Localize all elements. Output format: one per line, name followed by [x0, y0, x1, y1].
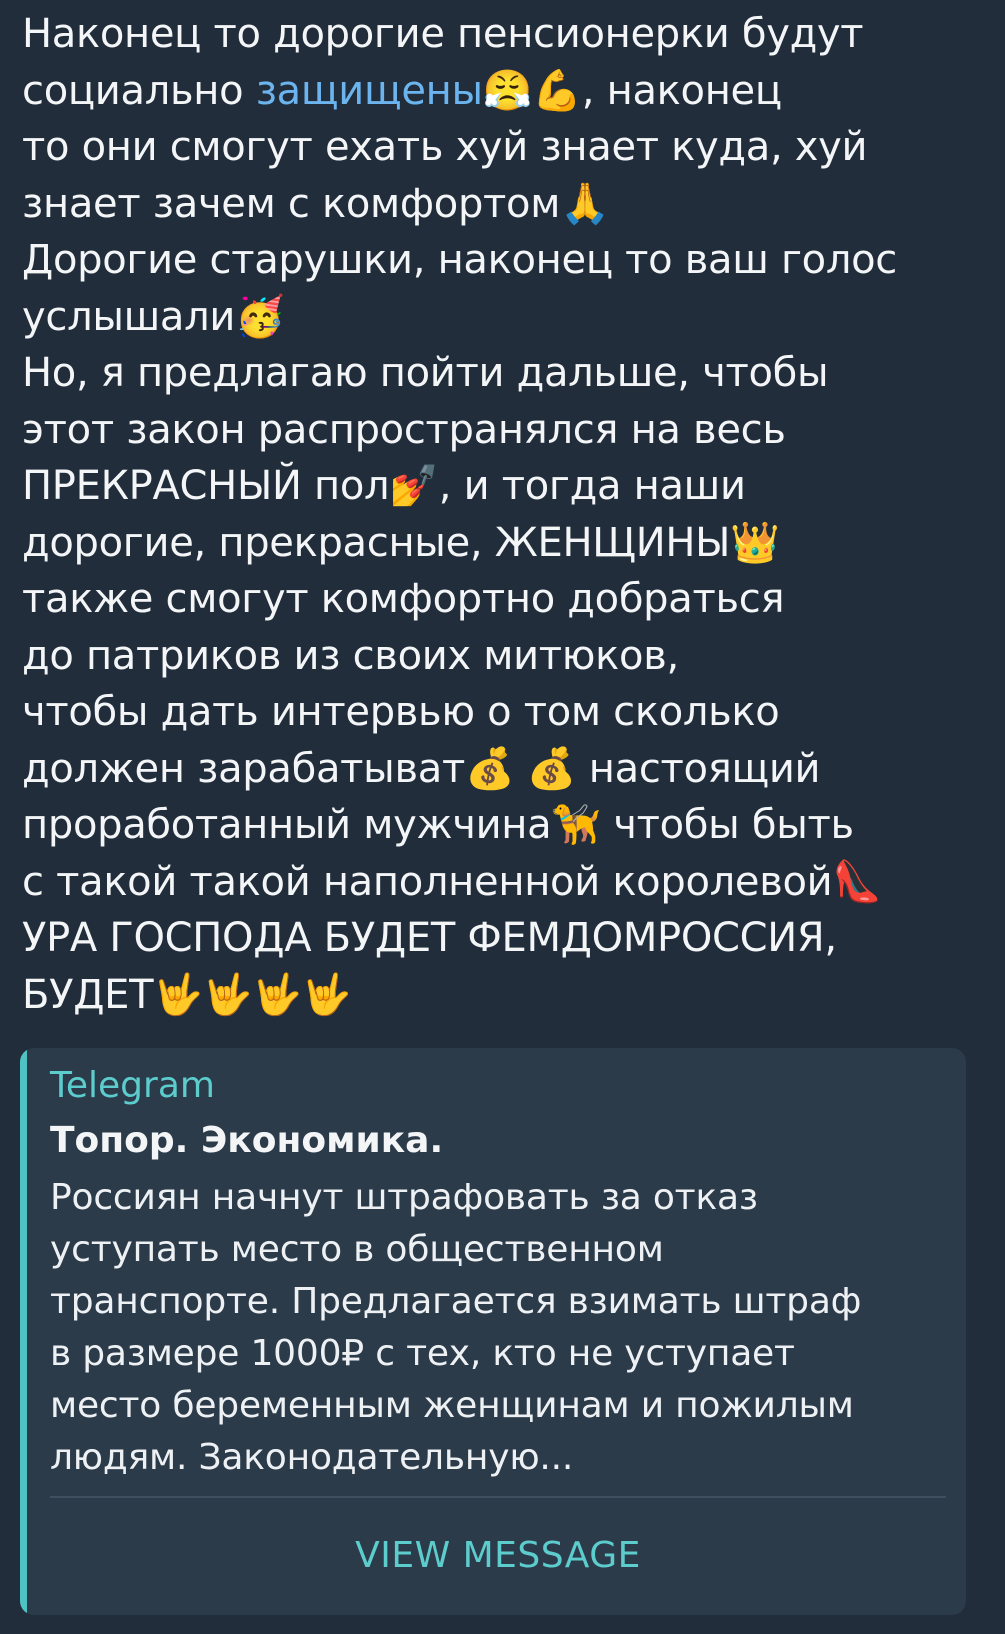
- view-message-button[interactable]: VIEW MESSAGE: [50, 1500, 946, 1610]
- card-accent-bar: [20, 1048, 27, 1615]
- forwarded-message-card[interactable]: Telegram Топор. Экономика. Россиян начну…: [20, 1048, 966, 1615]
- card-source-name[interactable]: Telegram: [50, 1062, 215, 1110]
- message-link[interactable]: защищены: [256, 68, 483, 114]
- card-preview-text: Россиян начнут штрафовать за отказ уступ…: [50, 1177, 862, 1478]
- card-title: Топор. Экономика.: [50, 1120, 444, 1161]
- message-text-part: 😤💪, наконец то они смогут ехать хуй знае…: [22, 67, 897, 1018]
- card-divider: [50, 1496, 946, 1498]
- message-text: Наконец то дорогие пенсионерки будут соц…: [22, 6, 982, 1023]
